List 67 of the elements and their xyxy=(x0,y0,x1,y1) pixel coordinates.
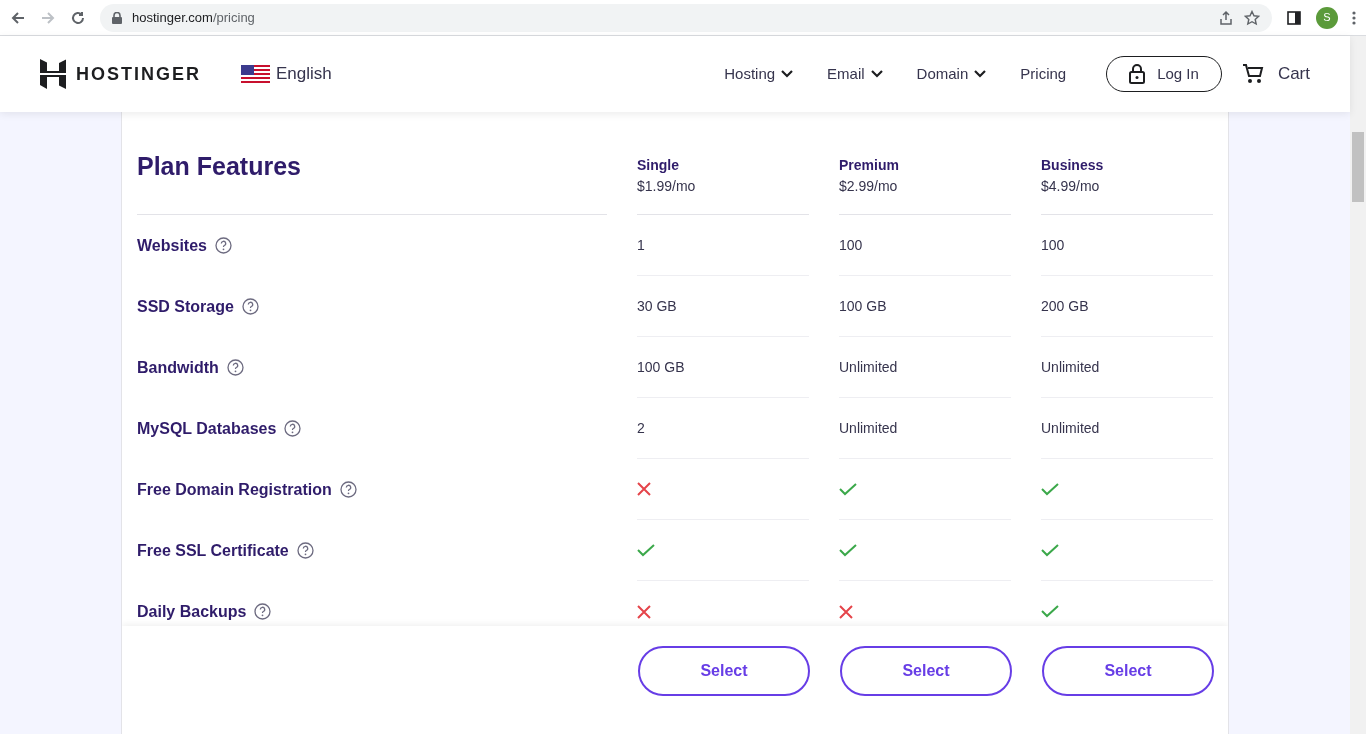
menu-icon[interactable] xyxy=(1352,9,1356,26)
select-button[interactable]: Select xyxy=(1042,646,1214,696)
check-icon xyxy=(839,482,857,496)
table-cell-text: 1 xyxy=(637,235,645,255)
table-cell-text: 2 xyxy=(637,418,645,438)
select-button[interactable]: Select xyxy=(638,646,810,696)
help-icon[interactable] xyxy=(296,542,314,559)
cross-icon xyxy=(839,604,853,619)
help-icon[interactable] xyxy=(226,359,244,376)
table-cell-text: Unlimited xyxy=(839,418,898,438)
plan-name: Business xyxy=(1041,156,1104,175)
cross-icon xyxy=(637,604,651,619)
select-button[interactable]: Select xyxy=(840,646,1012,696)
language-selector[interactable]: English xyxy=(276,61,332,87)
lock-icon xyxy=(1129,64,1146,84)
logo-icon[interactable] xyxy=(40,59,66,89)
feature-label: Bandwidth xyxy=(137,357,219,378)
reload-icon[interactable] xyxy=(70,9,86,26)
cross-icon xyxy=(637,482,651,496)
check-icon xyxy=(1041,543,1059,557)
feature-label: MySQL Databases xyxy=(137,418,277,439)
share-icon[interactable] xyxy=(1218,9,1234,26)
check-icon xyxy=(1041,605,1059,618)
plan-price: $4.99/mo xyxy=(1041,177,1100,196)
scrollbar[interactable] xyxy=(1350,36,1366,734)
check-icon xyxy=(637,543,655,557)
plan-name: Premium xyxy=(839,156,899,175)
check-icon xyxy=(839,543,857,557)
plan-price: $2.99/mo xyxy=(839,177,898,196)
lock-icon xyxy=(112,11,122,24)
table-cell-text: 100 xyxy=(1041,235,1065,255)
help-icon[interactable] xyxy=(214,237,232,254)
cart-icon xyxy=(1241,63,1264,85)
table-cell-text: Unlimited xyxy=(1041,418,1100,438)
table-cell-text: 200 GB xyxy=(1041,296,1089,316)
table-title: Plan Features xyxy=(137,150,301,182)
help-icon[interactable] xyxy=(254,603,272,620)
flag-icon xyxy=(241,65,270,83)
table-cell-text: 100 GB xyxy=(839,296,887,316)
feature-label: Websites xyxy=(137,235,207,256)
scrollbar-thumb[interactable] xyxy=(1352,132,1364,202)
address-bar[interactable]: hostinger.com/pricing xyxy=(100,3,1272,32)
table-cell-text: Unlimited xyxy=(839,357,898,377)
brand-name[interactable]: HOSTINGER xyxy=(76,60,201,88)
cart-link[interactable]: Cart xyxy=(1241,61,1310,87)
plan-name: Single xyxy=(637,156,679,175)
nav-link[interactable]: Hosting xyxy=(724,62,794,86)
feature-label: Daily Backups xyxy=(137,601,247,622)
feature-label: Free Domain Registration xyxy=(137,479,332,500)
star-icon[interactable] xyxy=(1244,9,1260,26)
feature-label: Free SSL Certificate xyxy=(137,540,289,561)
back-icon[interactable] xyxy=(10,9,26,26)
feature-label: SSD Storage xyxy=(137,296,234,317)
check-icon xyxy=(1041,482,1059,496)
help-icon[interactable] xyxy=(339,481,357,498)
plan-price: $1.99/mo xyxy=(637,177,696,196)
table-cell-text: 30 GB xyxy=(637,296,677,316)
table-cell-text: 100 xyxy=(839,235,863,255)
help-icon[interactable] xyxy=(241,298,259,315)
nav-link[interactable]: Pricing xyxy=(1020,62,1067,86)
nav-link[interactable]: Domain xyxy=(916,62,987,86)
nav-link[interactable]: Email xyxy=(827,62,883,86)
table-cell-text: Unlimited xyxy=(1041,357,1100,377)
url-text: hostinger.com/pricing xyxy=(132,8,255,27)
side-panel-icon[interactable] xyxy=(1286,9,1302,26)
help-icon[interactable] xyxy=(284,420,302,437)
table-cell-text: 100 GB xyxy=(637,357,685,377)
